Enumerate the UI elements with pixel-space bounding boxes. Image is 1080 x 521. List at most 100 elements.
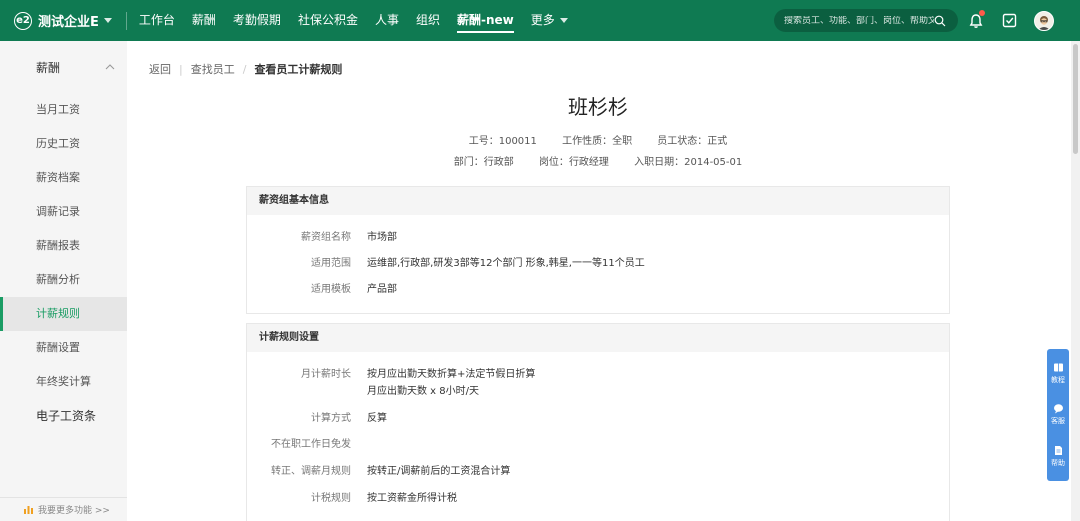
sidebar-item-current-month-salary[interactable]: 当月工资	[0, 93, 127, 127]
employee-join-value: 2014-05-01	[684, 157, 743, 168]
company-logo-icon: e2	[14, 11, 32, 30]
unread-dot	[979, 9, 985, 16]
nav-item-social-insurance[interactable]: 社保公积金	[298, 0, 358, 41]
field-value-line: 按月应出勤天数折算+法定节假日折算	[367, 369, 536, 380]
nav-more-label: 更多	[530, 13, 555, 27]
more-features-link[interactable]: 我要更多功能 >>	[0, 497, 127, 521]
sidebar-item-pay-rules[interactable]: 计薪规则	[0, 297, 127, 331]
employee-status-value: 正式	[707, 136, 728, 147]
nav-item-salary-new[interactable]: 薪酬-new	[456, 0, 514, 41]
employee-post-label: 岗位：	[538, 157, 569, 168]
page-scrollbar-thumb[interactable]	[1073, 44, 1078, 154]
field-label: 计税规则	[311, 493, 351, 504]
nav-item-attendance[interactable]: 考勤假期	[233, 0, 281, 41]
sidebar-item-year-end-bonus[interactable]: 年终奖计算	[0, 365, 127, 399]
employee-name: 班杉杉	[568, 95, 628, 119]
nav-item-org[interactable]: 组织	[416, 0, 440, 41]
field-label: 薪资组名称	[301, 232, 351, 243]
breadcrumb-separator: |	[179, 62, 183, 76]
info-row: 月计薪时长 按月应出勤天数折算+法定节假日折算 月应出勤天数 x 8小时/天	[247, 366, 535, 400]
search-icon[interactable]	[934, 15, 946, 27]
sidebar-item-salary-settings[interactable]: 薪酬设置	[0, 331, 127, 365]
field-value: 按月应出勤天数折算+法定节假日折算 月应出勤天数 x 8小时/天	[367, 366, 535, 400]
field-label: 计算方式	[311, 413, 351, 424]
chevron-down-icon	[103, 18, 112, 23]
info-row: 不在职工作日免发	[247, 436, 367, 453]
employee-status: 员工状态：正式	[657, 136, 727, 147]
sidebar-item-salary-adjust-record[interactable]: 调薪记录	[0, 195, 127, 229]
customer-service-button[interactable]: 客服	[1051, 403, 1065, 426]
info-row: 薪资组名称 市场部	[247, 229, 397, 246]
help-label: 帮助	[1051, 458, 1065, 467]
chevron-up-icon	[105, 64, 115, 70]
employee-type: 工作性质：全职	[562, 136, 632, 147]
employee-type-label: 工作性质：	[562, 136, 613, 147]
breadcrumb-back[interactable]: 返回	[149, 61, 171, 77]
global-search[interactable]	[774, 9, 958, 32]
todo-check-icon[interactable]	[999, 11, 1019, 31]
nav-item-salary[interactable]: 薪酬	[192, 0, 216, 41]
pay-rules-panel: 计薪规则设置 月计薪时长 按月应出勤天数折算+法定节假日折算 月应出勤天数 x …	[246, 323, 950, 521]
field-label: 适用模板	[311, 284, 351, 295]
employee-type-value: 全职	[612, 136, 633, 147]
employee-id-label: 工号：	[468, 136, 499, 147]
breadcrumb-current: 查看员工计薪规则	[254, 63, 343, 76]
sidebar-item-e-payslip[interactable]: 电子工资条	[0, 399, 127, 433]
nav-item-hr[interactable]: 人事	[375, 0, 399, 41]
help-button[interactable]: 帮助	[1051, 445, 1065, 468]
nav-item-more[interactable]: 更多	[531, 0, 568, 41]
panel-title: 计薪规则设置	[247, 324, 949, 352]
tutorial-label: 教程	[1051, 376, 1065, 385]
more-features-label: 我要更多功能 >>	[38, 506, 110, 516]
employee-id-value: 100011	[498, 136, 537, 147]
floating-help-toolbar: 教程 客服 帮助	[1047, 349, 1069, 481]
chat-bubble-icon	[1053, 404, 1063, 414]
avatar-image	[1034, 10, 1054, 31]
sidebar-group-label: 薪酬	[36, 60, 61, 75]
sidebar-group-salary[interactable]: 薪酬	[0, 41, 127, 93]
employee-meta-line2: 部门：行政部 岗位：行政经理 入职日期：2014-05-01	[246, 153, 950, 168]
sidebar: 薪酬 当月工资 历史工资 薪资档案 调薪记录 薪酬报表 薪酬分析 计薪规则 薪酬…	[0, 41, 127, 521]
main-nav: 工作台 薪酬 考勤假期 社保公积金 人事 组织 薪酬-new 更多	[139, 0, 585, 41]
sidebar-item-salary-archive[interactable]: 薪资档案	[0, 161, 127, 195]
breadcrumb-find-employee[interactable]: 查找员工	[191, 61, 235, 77]
field-value: 按工资薪金所得计税	[367, 493, 457, 504]
sidebar-item-salary-report[interactable]: 薪酬报表	[0, 229, 127, 263]
sidebar-item-history-salary[interactable]: 历史工资	[0, 127, 127, 161]
field-value: 产品部	[367, 284, 397, 295]
user-avatar[interactable]	[1034, 10, 1054, 31]
field-label: 月计薪时长	[301, 369, 351, 380]
nav-item-workbench[interactable]: 工作台	[139, 0, 175, 41]
employee-join-date: 入职日期：2014-05-01	[634, 157, 742, 168]
employee-join-label: 入职日期：	[634, 157, 685, 168]
field-value: 反算	[367, 413, 387, 424]
customer-service-label: 客服	[1051, 417, 1065, 426]
document-icon	[1054, 445, 1062, 455]
employee-post: 岗位：行政经理	[539, 157, 609, 168]
chevron-down-icon	[559, 18, 568, 23]
divider	[125, 11, 127, 30]
employee-dept: 部门：行政部	[454, 157, 514, 168]
info-row: 适用模板 产品部	[247, 281, 397, 298]
company-switcher[interactable]: e2 测试企业E	[0, 0, 112, 41]
top-actions	[966, 0, 1080, 41]
employee-meta-line1: 工号：100011 工作性质：全职 员工状态：正式	[246, 132, 950, 147]
panel-title: 薪资组基本信息	[247, 187, 949, 215]
info-row: 计算方式 反算	[247, 410, 387, 427]
employee-status-label: 员工状态：	[657, 136, 708, 147]
top-navbar: e2 测试企业E 工作台 薪酬 考勤假期 社保公积金 人事 组织 薪酬-new …	[0, 0, 1080, 41]
sidebar-item-salary-analysis[interactable]: 薪酬分析	[0, 263, 127, 297]
employee-post-value: 行政经理	[568, 157, 609, 168]
field-value: 按转正/调薪前后的工资混合计算	[367, 466, 511, 477]
field-label: 不在职工作日免发	[271, 439, 351, 450]
breadcrumb-separator: /	[242, 62, 247, 76]
bar-chart-icon	[24, 506, 33, 514]
tutorial-button[interactable]: 教程	[1051, 362, 1065, 385]
salary-group-basic-panel: 薪资组基本信息 薪资组名称 市场部 适用范围 运维部,行政部,研发3部等12个部…	[246, 186, 950, 314]
employee-dept-value: 行政部	[483, 157, 514, 168]
employee-dept-label: 部门：	[453, 157, 484, 168]
info-row: 适用范围 运维部,行政部,研发3部等12个部门 形象,韩星,一一等11个员工	[247, 255, 645, 272]
search-input[interactable]	[784, 15, 934, 26]
employee-id: 工号：100011	[469, 136, 537, 147]
notification-bell-icon[interactable]	[966, 9, 986, 31]
